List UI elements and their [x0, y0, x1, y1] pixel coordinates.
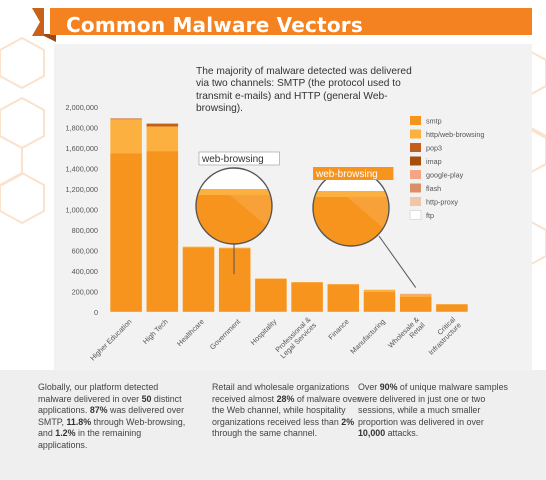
legend-swatch: [410, 143, 421, 152]
bar-segment-smtp: [182, 247, 215, 312]
page-title: Common Malware Vectors: [66, 13, 363, 37]
legend-swatch: [410, 170, 421, 179]
y-tick-label: 1,000,000: [66, 206, 98, 215]
legend-label: flash: [426, 184, 441, 193]
callout-zoom: [313, 191, 389, 246]
legend-label: ftp: [426, 211, 434, 220]
bar-segment-smtp: [110, 153, 143, 312]
zoom-segment-http: [196, 189, 272, 195]
y-tick-label: 1,800,000: [66, 124, 98, 133]
x-tick-label: Hospitality: [249, 317, 279, 347]
y-tick-label: 400,000: [72, 267, 98, 276]
footer-text: through the same channel.: [212, 428, 318, 439]
footer-text: attacks.: [385, 428, 419, 439]
footer-highlight: 1.2%: [55, 428, 76, 439]
bar-segment-smtp: [363, 292, 396, 312]
x-tick-label: CriticalInfrastructure: [421, 315, 463, 357]
bar-segment-http-web-browsing: [363, 289, 396, 293]
legend-label: google-play: [426, 171, 464, 180]
y-tick-label: 800,000: [72, 226, 98, 235]
x-tick-label: Wholesale &Retail: [386, 315, 427, 356]
legend-swatch: [409, 210, 422, 220]
zoom-segment-http: [313, 191, 389, 197]
footer-text: Globally, our platform detected malware …: [38, 382, 159, 404]
bar-segment-http-web-browsing: [399, 294, 432, 297]
legend-swatch: [410, 116, 421, 125]
footer-highlight: 90%: [379, 382, 398, 392]
x-tick-label: Government: [208, 317, 242, 351]
bar-segment-smtp: [327, 284, 360, 312]
bar-segment-smtp: [218, 248, 251, 312]
footer-stat-samples: Over 90% of unique malware samples were …: [358, 382, 508, 440]
footer-highlight: 10,000: [358, 428, 386, 439]
callout-connector: [378, 235, 417, 288]
callout-label: web-browsing: [201, 154, 264, 165]
bar-segment-pop3: [146, 123, 179, 127]
y-tick-label: 600,000: [72, 247, 98, 256]
legend-label: http/web-browsing: [426, 130, 484, 139]
callout-label: web-browsing: [315, 169, 378, 180]
legend-swatch: [410, 183, 421, 193]
legend-label: imap: [426, 157, 442, 166]
footer-highlight: 11.8%: [66, 416, 92, 427]
bar-segment-smtp: [146, 151, 179, 312]
footer: Globally, our platform detected malware …: [0, 370, 546, 480]
y-tick-label: 1,600,000: [66, 144, 98, 153]
legend-swatch: [410, 156, 421, 166]
callout-zoom: [196, 189, 272, 244]
footer-highlight: 2%: [341, 416, 355, 427]
y-tick-label: 2,000,000: [66, 103, 98, 112]
intro-text: The majority of malware detected was del…: [196, 66, 412, 115]
bar-segment-http-web-browsing: [110, 119, 143, 154]
footer-highlight: 50: [141, 393, 152, 404]
x-tick-label: Higher Education: [88, 317, 133, 362]
y-tick-label: 1,400,000: [66, 165, 98, 174]
bar-segment-smtp: [435, 304, 468, 312]
y-tick-label: 0: [94, 308, 98, 317]
legend-swatch: [410, 197, 421, 206]
legend-swatch: [410, 129, 421, 139]
x-tick-label: Professional &Legal Services: [273, 315, 319, 361]
legend-label: pop3: [426, 144, 442, 153]
footer-stat-applications: Globally, our platform detected malware …: [38, 382, 188, 452]
footer-highlight: 87%: [89, 405, 108, 416]
x-tick-label: Healthcare: [175, 317, 206, 348]
legend-label: http-proxy: [426, 198, 458, 207]
bar-segment-smtp: [254, 278, 287, 312]
footer-text: Over: [358, 382, 380, 392]
legend-label: smtp: [426, 117, 442, 126]
bar-segment-smtp: [291, 282, 324, 312]
x-tick-label: Manufacturing: [348, 317, 387, 356]
y-tick-label: 200,000: [72, 288, 98, 297]
footer-stat-retail: Retail and wholesale organizations recei…: [212, 382, 362, 440]
bar-segment-smtp: [399, 296, 432, 312]
footer-highlight: 28%: [276, 393, 295, 404]
x-tick-label: Finance: [326, 317, 350, 341]
magnifier-callout-2: web-browsing: [312, 167, 417, 288]
y-tick-label: 1,200,000: [66, 185, 98, 194]
bar-segment-http-web-browsing: [146, 126, 179, 152]
x-tick-label: High Tech: [141, 317, 170, 346]
